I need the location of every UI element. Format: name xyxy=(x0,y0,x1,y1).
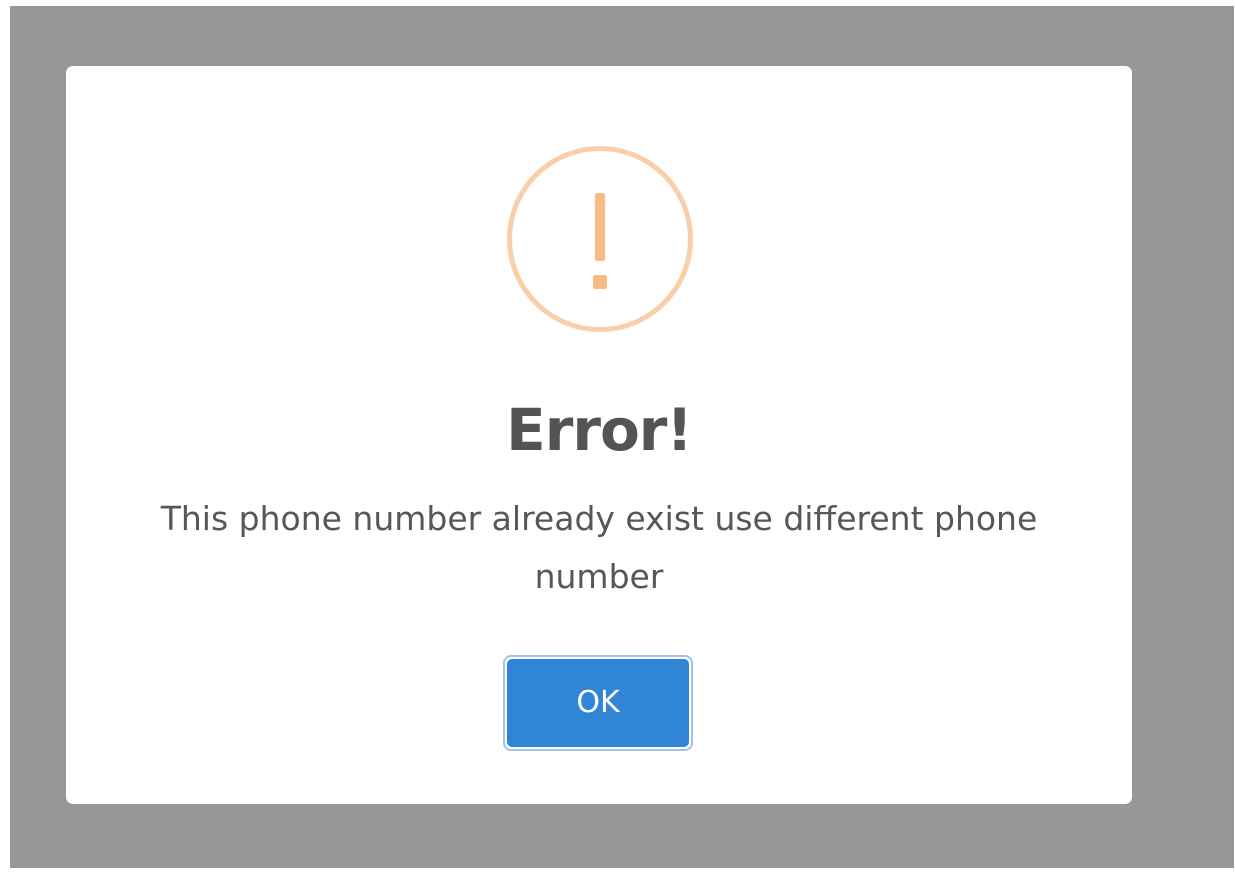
error-dialog: Error! This phone number already exist u… xyxy=(66,66,1132,804)
ok-button-label: OK xyxy=(507,659,689,747)
exclamation-bar xyxy=(595,193,605,261)
dialog-message: This phone number already exist use diff… xyxy=(160,499,1038,596)
warning-exclamation-icon xyxy=(507,146,693,332)
dialog-title: Error! xyxy=(506,396,693,464)
exclamation-dot xyxy=(593,275,607,289)
ok-button[interactable]: OK xyxy=(503,655,693,751)
